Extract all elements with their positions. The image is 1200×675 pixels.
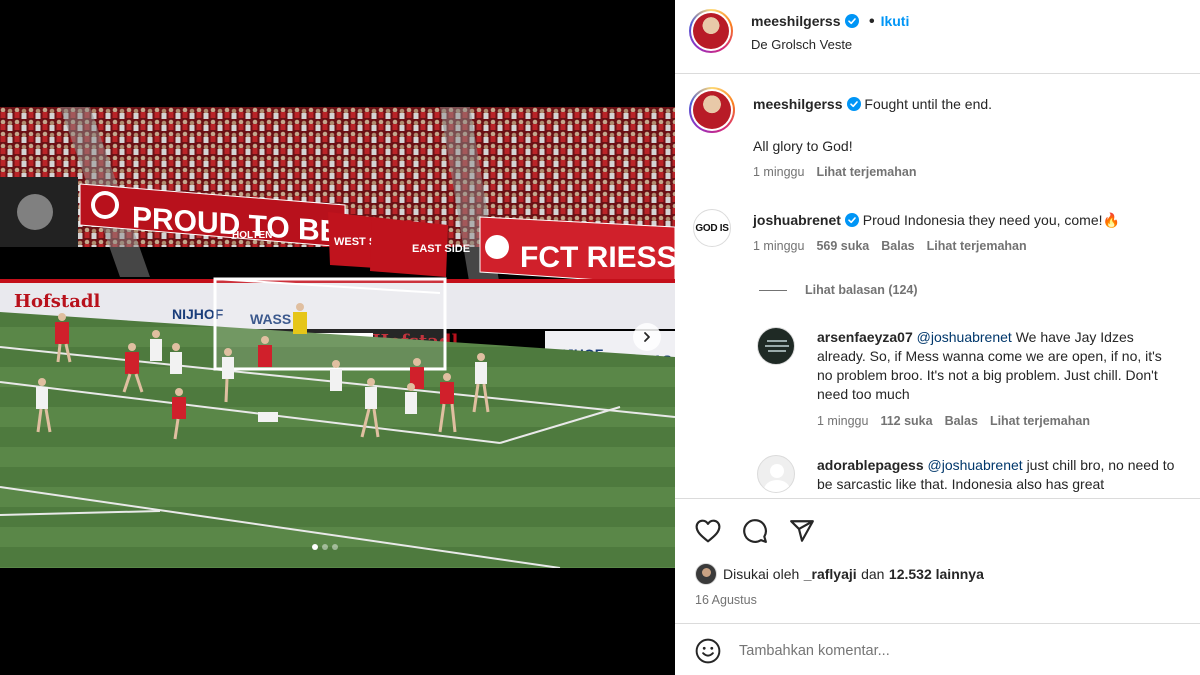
svg-text:EAST SIDE: EAST SIDE	[412, 243, 470, 255]
post-header: meeshilgerss • Ikuti De Grolsch Veste	[675, 0, 1200, 74]
svg-text:Hofstadl: Hofstadl	[14, 291, 100, 312]
carousel-dot	[312, 544, 318, 550]
carousel-next-button[interactable]	[633, 323, 661, 351]
comment-icon[interactable]	[742, 518, 768, 544]
liked-by: Disukai oleh _raflyaji dan 12.532 lainny…	[695, 563, 984, 585]
heart-icon[interactable]	[695, 519, 721, 543]
verified-badge-icon	[844, 14, 859, 28]
reply-button[interactable]: Balas	[881, 239, 914, 253]
comment-text: Proud Indonesia they need you, come!	[862, 212, 1103, 228]
comment-time[interactable]: 1 minggu	[753, 239, 804, 253]
reply-mention[interactable]: @joshuabrenet	[917, 329, 1012, 345]
liked-by-join: dan	[861, 566, 885, 582]
carousel-dot	[322, 544, 328, 550]
comment-likes[interactable]: 569 suka	[816, 239, 869, 253]
chevron-right-icon	[644, 332, 650, 342]
emoji-icon[interactable]	[695, 638, 721, 664]
commenter-username[interactable]: joshuabrenet	[753, 212, 841, 228]
post-media: PROUD TO BE RED HOLTEN WEST SIDE EAST SI…	[0, 0, 675, 675]
post-date[interactable]: 16 Agustus	[695, 593, 757, 607]
commenter-avatar[interactable]: GOD IS	[693, 209, 731, 247]
caption-author-avatar[interactable]	[689, 87, 735, 133]
translate-link[interactable]: Lihat terjemahan	[990, 414, 1090, 428]
reply-button[interactable]: Balas	[945, 414, 978, 428]
verified-badge-icon	[844, 213, 859, 227]
comments-list[interactable]: meeshilgerss Fought until the end. All g…	[675, 75, 1200, 498]
post-location[interactable]: De Grolsch Veste	[751, 37, 852, 52]
view-replies-button[interactable]: Lihat balasan (124)	[759, 283, 918, 297]
share-icon[interactable]	[789, 518, 815, 544]
carousel-indicator	[312, 544, 338, 550]
separator-dot: •	[868, 13, 875, 30]
liker-avatar[interactable]	[695, 563, 717, 585]
reply-avatar[interactable]	[757, 455, 795, 493]
author-avatar[interactable]	[689, 9, 733, 53]
svg-text:HOLTEN: HOLTEN	[232, 230, 272, 241]
post-photo[interactable]: PROUD TO BE RED HOLTEN WEST SIDE EAST SI…	[0, 107, 675, 568]
likes-count[interactable]: 12.532 lainnya	[889, 566, 984, 582]
add-comment-bar	[675, 623, 1200, 675]
author-username[interactable]: meeshilgerss	[751, 13, 841, 29]
liked-by-user[interactable]: _raflyaji	[804, 566, 857, 582]
reply-mention[interactable]: @joshuabrenet	[928, 457, 1023, 473]
svg-text:FCT RIESSEN: FCT RIESSEN	[520, 241, 675, 274]
caption-username[interactable]: meeshilgerss	[753, 96, 843, 112]
translate-link[interactable]: Lihat terjemahan	[927, 239, 1027, 253]
stadium-photo: PROUD TO BE RED HOLTEN WEST SIDE EAST SI…	[0, 107, 675, 568]
verified-badge-icon	[846, 97, 861, 111]
post-actions: Disukai oleh _raflyaji dan 12.532 lainny…	[675, 498, 1200, 623]
caption-text-line2: All glory to God!	[753, 138, 853, 154]
carousel-dot	[332, 544, 338, 550]
comment-input[interactable]	[739, 638, 1179, 664]
caption-translate-link[interactable]: Lihat terjemahan	[816, 165, 916, 179]
reply-username[interactable]: arsenfaeyza07	[817, 329, 913, 345]
liked-by-prefix: Disukai oleh	[723, 566, 800, 582]
reply-time[interactable]: 1 minggu	[817, 414, 868, 428]
caption-time[interactable]: 1 minggu	[753, 165, 804, 179]
reply-avatar[interactable]	[757, 327, 795, 365]
fire-emoji: 🔥	[1102, 212, 1120, 228]
goal	[213, 277, 447, 371]
follow-button[interactable]: Ikuti	[881, 13, 910, 29]
reply-likes[interactable]: 112 suka	[880, 414, 932, 428]
caption-text-line1: Fought until the end.	[864, 96, 993, 112]
banner-fct-riessen: FCT RIESSEN	[479, 216, 675, 286]
reply-username[interactable]: adorablepagess	[817, 457, 924, 473]
post-panel: meeshilgerss • Ikuti De Grolsch Veste mee…	[675, 0, 1200, 675]
